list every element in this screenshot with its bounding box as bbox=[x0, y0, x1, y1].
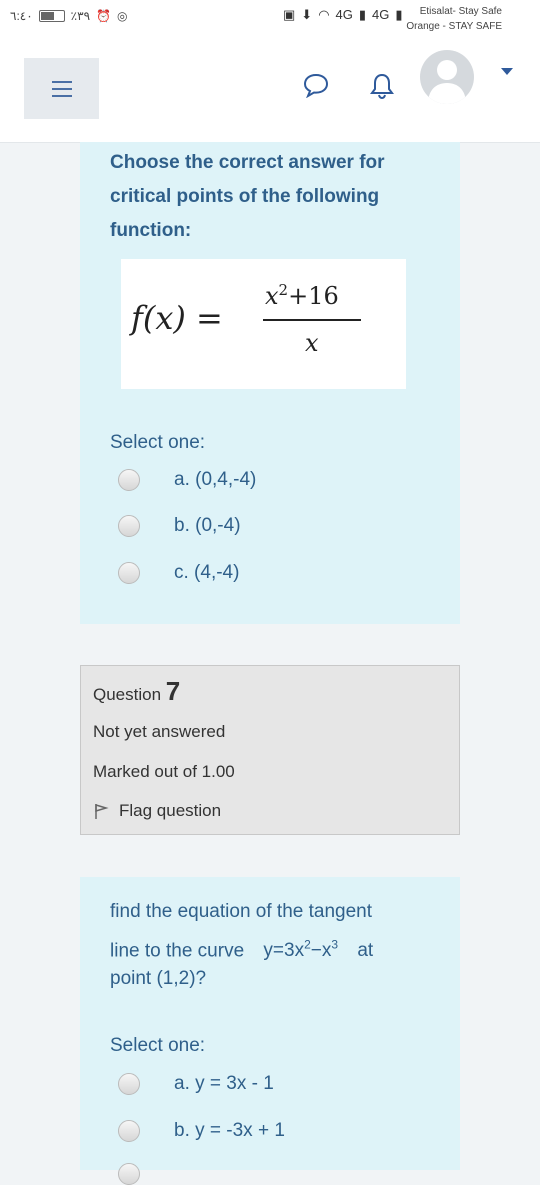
formula-lhs: f(x) = bbox=[131, 299, 223, 337]
marks-info: Marked out of 1.00 bbox=[93, 762, 235, 781]
select-one-label: Select one: bbox=[110, 1035, 206, 1056]
flag-question-link[interactable]: Flag question bbox=[93, 801, 221, 821]
vpn-icon: ▣ bbox=[283, 7, 296, 22]
question-number: Question 7 bbox=[93, 676, 180, 707]
carrier-1: Etisalat- Stay Safe bbox=[419, 6, 502, 17]
eye-icon: ◎ bbox=[116, 9, 128, 23]
status-bar: ٦:٤٠ ٪٣٩ ⏰ ◎ ▣ ⬇ ◠ 4G ▮ 4G ▮ Etisalat- S… bbox=[0, 0, 540, 38]
select-one-label: Select one: bbox=[110, 432, 206, 453]
status-signals: ▣ ⬇ ◠ 4G ▮ 4G ▮ bbox=[283, 7, 403, 23]
question-label: Question bbox=[93, 685, 162, 704]
curve-minus-x: −x bbox=[310, 940, 332, 962]
curve-exponent-1: 2 bbox=[304, 938, 311, 952]
question-6-card: Choose the correct answer for critical p… bbox=[80, 142, 460, 624]
option-b[interactable]: b. y = -3x + 1 bbox=[118, 1120, 285, 1142]
flag-label: Flag question bbox=[119, 801, 222, 820]
answer-status: Not yet answered bbox=[93, 722, 226, 741]
download-icon: ⬇ bbox=[301, 7, 313, 22]
radio-button[interactable] bbox=[118, 469, 140, 491]
question-7-prompt-line-1: find the equation of the tangent bbox=[110, 901, 372, 922]
option-label: a. y = 3x - 1 bbox=[174, 1073, 274, 1094]
formula-numerator: x2+16 bbox=[265, 281, 339, 310]
curve-equation: y=3x2−x3 bbox=[263, 938, 339, 962]
chat-bubble-icon[interactable] bbox=[302, 72, 330, 98]
bell-icon[interactable] bbox=[369, 72, 395, 100]
status-left: ٦:٤٠ ٪٣٩ ⏰ ◎ bbox=[10, 9, 127, 23]
question-6-prompt-line-1: Choose the correct answer for bbox=[110, 152, 385, 173]
user-avatar-icon[interactable] bbox=[420, 50, 474, 104]
question-6-prompt-line-2: critical points of the following bbox=[110, 186, 380, 207]
option-label: b. y = -3x + 1 bbox=[174, 1120, 285, 1141]
flag-icon bbox=[95, 803, 109, 819]
option-a[interactable]: a. (0,4,-4) bbox=[118, 469, 256, 491]
question-number-value: 7 bbox=[165, 676, 181, 706]
hamburger-icon bbox=[51, 80, 72, 97]
option-label: b. (0,-4) bbox=[174, 515, 241, 536]
battery-level: ٪٣٩ bbox=[70, 9, 91, 23]
caret-down-icon[interactable] bbox=[501, 68, 513, 75]
option-label: a. (0,4,-4) bbox=[174, 469, 257, 490]
formula-denominator: x bbox=[305, 329, 319, 357]
option-label: c. (4,-4) bbox=[174, 562, 240, 583]
option-b[interactable]: b. (0,-4) bbox=[118, 515, 241, 537]
prompt-text: line to the curve bbox=[110, 940, 245, 962]
question-6-prompt-line-3: function: bbox=[110, 220, 192, 241]
question-7-info: Question 7 Not yet answered Marked out o… bbox=[80, 665, 460, 835]
alarm-icon: ⏰ bbox=[96, 9, 111, 23]
battery-icon bbox=[38, 10, 65, 22]
prompt-text-end: at bbox=[357, 940, 374, 962]
signal-icon: ▮ bbox=[395, 7, 403, 22]
network-label-2: 4G bbox=[372, 7, 390, 22]
menu-button[interactable] bbox=[24, 58, 99, 119]
fraction-bar bbox=[263, 319, 361, 321]
numerator-x: x bbox=[265, 282, 279, 310]
signal-icon: ▮ bbox=[358, 7, 367, 22]
wifi-icon: ◠ bbox=[318, 7, 330, 22]
network-label-1: 4G bbox=[335, 7, 353, 22]
radio-button[interactable] bbox=[118, 515, 140, 537]
site-header bbox=[0, 38, 540, 143]
radio-button[interactable] bbox=[118, 1163, 140, 1185]
radio-button[interactable] bbox=[118, 1120, 140, 1142]
numerator-tail: +16 bbox=[288, 282, 339, 310]
radio-button[interactable] bbox=[118, 1073, 140, 1095]
formula-image: f(x) = x2+16 x bbox=[121, 259, 406, 389]
curve-y: y=3x bbox=[263, 940, 305, 962]
curve-exponent-2: 3 bbox=[331, 938, 339, 952]
question-7-card: find the equation of the tangent line to… bbox=[80, 877, 460, 1185]
option-a[interactable]: a. y = 3x - 1 bbox=[118, 1073, 274, 1095]
option-c[interactable]: c. (4,-4) bbox=[118, 562, 239, 584]
carrier-2: Orange - STAY SAFE bbox=[406, 21, 502, 32]
radio-button[interactable] bbox=[118, 562, 140, 584]
clock: ٦:٤٠ bbox=[10, 9, 33, 23]
numerator-exponent: 2 bbox=[278, 281, 289, 299]
carrier-info: Etisalat- Stay Safe Orange - STAY SAFE bbox=[406, 4, 502, 34]
question-7-prompt-line-3: point (1,2)? bbox=[110, 968, 207, 989]
option-c[interactable] bbox=[118, 1163, 140, 1185]
